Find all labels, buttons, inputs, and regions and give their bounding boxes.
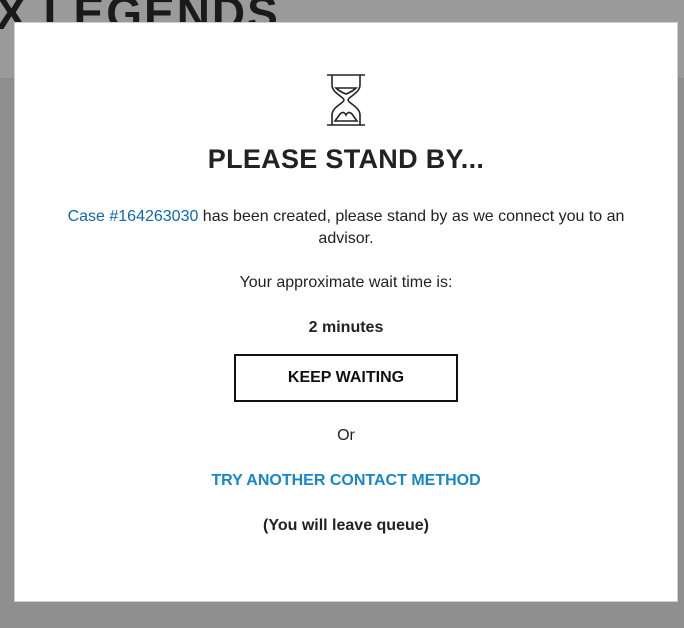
stand-by-modal: PLEASE STAND BY... Case #164263030 has b… xyxy=(14,22,678,602)
or-separator: Or xyxy=(337,427,355,444)
try-another-contact-method-link[interactable]: TRY ANOTHER CONTACT METHOD xyxy=(15,472,677,490)
case-number-link[interactable]: Case #164263030 xyxy=(68,208,199,225)
hourglass-icon xyxy=(327,74,365,126)
keep-waiting-button[interactable]: KEEP WAITING xyxy=(234,354,458,402)
wait-time-value: 2 minutes xyxy=(308,319,384,336)
case-message-text: has been created, please stand by as we … xyxy=(198,208,625,247)
modal-title: PLEASE STAND BY... xyxy=(207,144,485,174)
case-message: Case #164263030 has been created, please… xyxy=(65,206,627,250)
wait-time-label: Your approximate wait time is: xyxy=(239,274,453,291)
leave-queue-note: (You will leave queue) xyxy=(263,517,429,534)
